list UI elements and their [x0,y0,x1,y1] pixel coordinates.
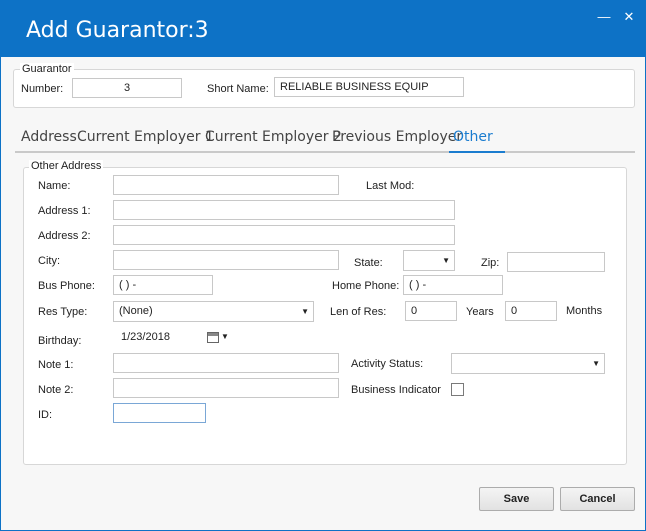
home-phone-label: Home Phone: [332,280,400,292]
years-label: Years [466,306,494,318]
close-icon[interactable]: ✕ [619,7,639,27]
short-name-field[interactable]: RELIABLE BUSINESS EQUIP [274,77,464,97]
years-field[interactable]: 0 [405,301,457,321]
address2-label: Address 2: [38,230,91,242]
window-title: Add Guarantor:3 [26,18,209,43]
res-type-value: (None) [119,305,153,317]
tab-current-employer-1[interactable]: Current Employer 1 [77,129,214,145]
tab-previous-employer[interactable]: Previous Employer [332,129,462,145]
birthday-value: 1/23/2018 [121,331,170,343]
name-label: Name: [38,180,71,192]
bus-phone-field[interactable]: ( ) - [113,275,213,295]
id-label: ID: [38,409,53,421]
city-label: City: [38,255,60,267]
zip-field[interactable] [507,252,605,272]
guarantor-group-title: Guarantor [20,63,74,75]
state-dropdown[interactable]: ▼ [403,250,455,271]
months-field[interactable]: 0 [505,301,557,321]
res-type-label: Res Type: [38,306,88,318]
note2-label: Note 2: [38,384,74,396]
add-guarantor-window: Add Guarantor:3 — ✕ Guarantor Number: 3 … [0,0,646,531]
chevron-down-icon: ▼ [301,307,309,316]
note2-field[interactable] [113,378,339,398]
tab-other[interactable]: Other [453,129,493,145]
bus-phone-label: Bus Phone: [38,280,95,292]
activity-status-label: Activity Status: [351,358,424,370]
save-button[interactable]: Save [479,487,554,511]
res-type-dropdown[interactable]: (None) ▼ [113,301,314,322]
calendar-icon[interactable] [207,332,219,343]
state-label: State: [354,257,383,269]
months-label: Months [566,305,603,317]
address1-field[interactable] [113,200,455,220]
len-of-res-label: Len of Res: [330,306,387,318]
address2-field[interactable] [113,225,455,245]
note1-field[interactable] [113,353,339,373]
cancel-button[interactable]: Cancel [560,487,635,511]
active-tab-indicator [449,151,505,153]
business-indicator-checkbox[interactable] [451,383,464,396]
city-field[interactable] [113,250,339,270]
note1-label: Note 1: [38,359,74,371]
id-field[interactable] [113,403,206,423]
tab-address[interactable]: Address [21,129,77,145]
zip-label: Zip: [481,257,500,269]
address1-label: Address 1: [38,205,91,217]
birthday-label: Birthday: [38,335,82,347]
business-indicator-label: Business Indicator [351,384,441,396]
home-phone-field[interactable]: ( ) - [403,275,503,295]
chevron-down-icon[interactable]: ▼ [221,332,229,341]
chevron-down-icon: ▼ [442,256,450,265]
other-address-group-title: Other Address [29,160,104,172]
tab-current-employer-2[interactable]: Current Employer 2 [205,129,342,145]
activity-status-dropdown[interactable]: ▼ [451,353,605,374]
birthday-date-picker[interactable]: 1/23/2018 ▼ [113,328,233,348]
number-field[interactable]: 3 [72,78,182,98]
last-mod-label: Last Mod: [366,180,415,192]
minimize-icon[interactable]: — [594,7,614,27]
chevron-down-icon: ▼ [592,359,600,368]
name-field[interactable] [113,175,339,195]
short-name-label: Short Name: [207,83,269,95]
title-bar: Add Guarantor:3 — ✕ [1,1,645,57]
tab-strip: Address Current Employer 1 Current Emplo… [15,127,635,153]
number-label: Number: [21,83,64,95]
